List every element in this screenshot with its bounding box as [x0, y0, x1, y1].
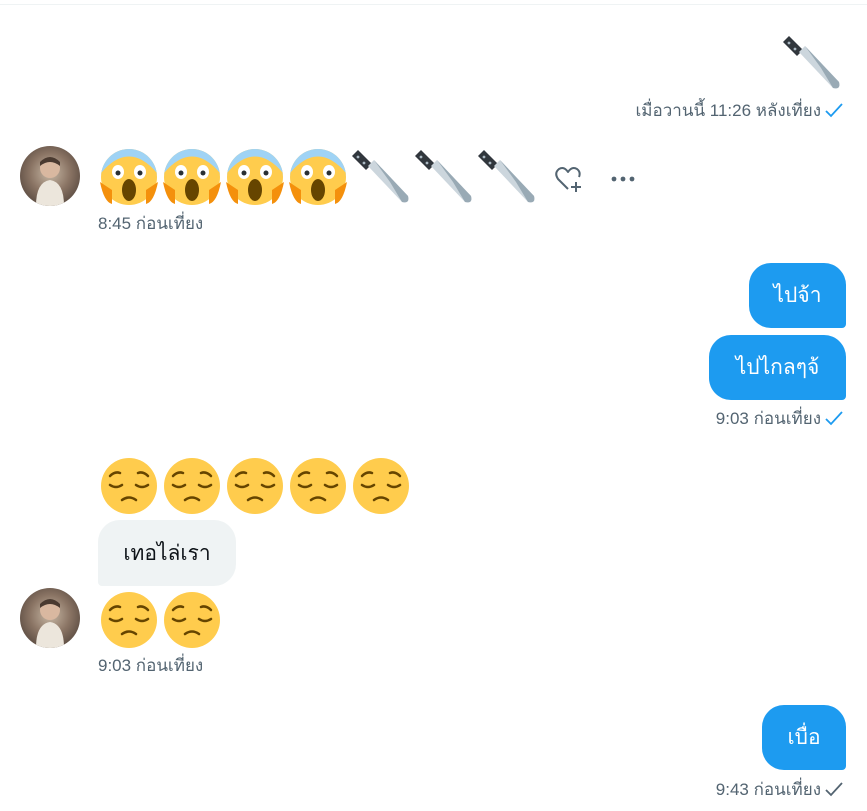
face-screaming-emoji [224, 146, 286, 208]
pensive-face-emoji [224, 455, 286, 517]
pensive-face-emoji [287, 455, 349, 517]
pensive-face-emoji [161, 455, 223, 517]
knife-emoji [781, 32, 843, 94]
message-bubble-outgoing[interactable]: เบื่อ [762, 705, 846, 770]
pensive-face-emoji [98, 589, 160, 651]
add-reaction-icon[interactable] [555, 165, 585, 193]
message-incoming-emoji[interactable] [98, 455, 413, 517]
knife-emoji [476, 146, 538, 208]
face-screaming-emoji [161, 146, 223, 208]
message-incoming-emoji[interactable] [98, 589, 224, 651]
pensive-face-emoji [161, 589, 223, 651]
avatar-photo [36, 157, 64, 206]
face-screaming-emoji [98, 146, 160, 208]
message-bubble-outgoing[interactable]: ไปไกลๆจ้ [709, 335, 846, 400]
knife-emoji [350, 146, 412, 208]
pensive-face-emoji [350, 455, 412, 517]
top-divider [0, 4, 867, 5]
message-timestamp: เมื่อวานนี้ 11:26 หลังเที่ยง [636, 97, 844, 124]
avatar[interactable] [20, 146, 80, 206]
message-timestamp: 9:03 ก่อนเที่ยง [98, 656, 204, 675]
message-bubble-incoming[interactable]: เทอไล่เรา [98, 520, 236, 586]
message-bubble-outgoing[interactable]: ไปจ้า [749, 263, 846, 328]
more-options-icon[interactable] [610, 174, 638, 184]
avatar[interactable] [20, 588, 80, 648]
message-timestamp: 9:03 ก่อนเที่ยง [716, 405, 843, 432]
message-incoming-emoji[interactable] [98, 146, 539, 208]
message-timestamp: 8:45 ก่อนเที่ยง [98, 214, 204, 233]
message-text: เทอไล่เรา [123, 541, 211, 565]
message-timestamp: 9:43 ก่อนเที่ยง [716, 776, 843, 803]
message-outgoing-emoji[interactable] [781, 32, 844, 94]
face-screaming-emoji [287, 146, 349, 208]
pensive-face-emoji [98, 455, 160, 517]
message-text: ไปไกลๆจ้ [735, 356, 820, 379]
message-text: ไปจ้า [773, 284, 822, 307]
seen-check-icon [825, 103, 843, 118]
seen-check-icon [825, 411, 843, 426]
knife-emoji [413, 146, 475, 208]
sent-check-icon [825, 782, 843, 797]
message-text: เบื่อ [787, 726, 821, 749]
avatar-photo [36, 599, 64, 648]
